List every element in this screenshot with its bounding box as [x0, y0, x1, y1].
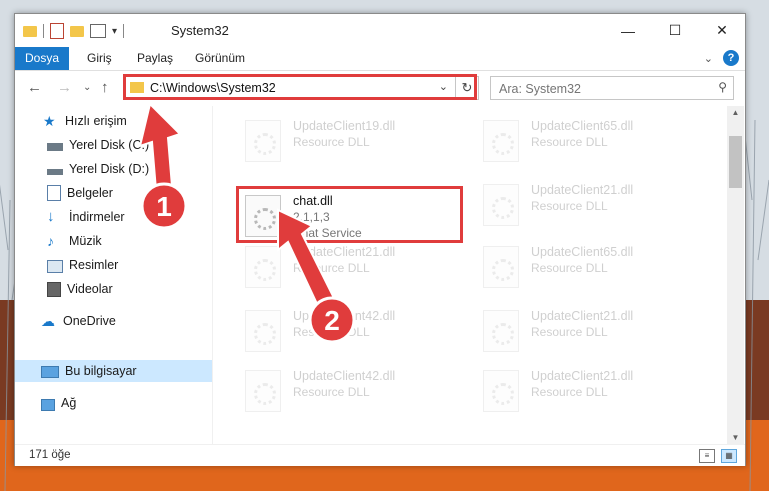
step-2-number: 2	[324, 305, 340, 336]
tutorial-annotations: 1 2	[138, 102, 356, 344]
arrow-1-icon	[138, 102, 182, 192]
step-1-number: 1	[156, 191, 172, 222]
arrow-2-icon	[277, 208, 336, 308]
